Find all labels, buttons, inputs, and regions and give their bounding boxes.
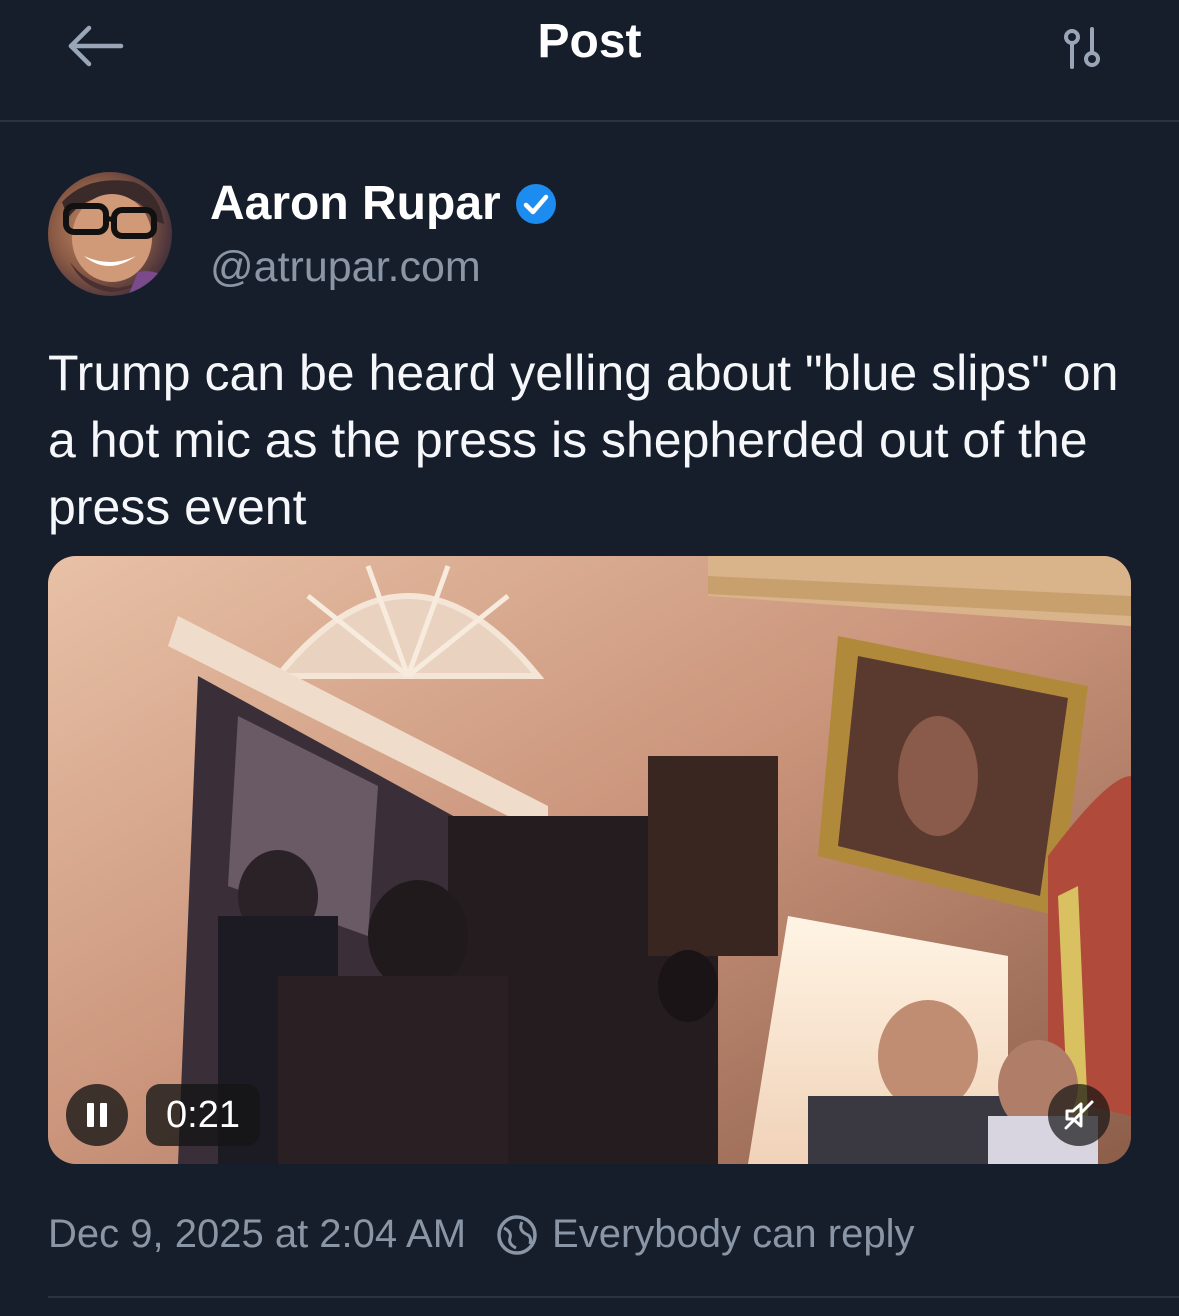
settings-button[interactable] — [1052, 20, 1112, 76]
verified-check-icon — [515, 183, 556, 224]
reply-setting-label: Everybody can reply — [552, 1212, 915, 1256]
author-handle[interactable]: @atrupar.com — [210, 243, 481, 292]
sliders-icon — [1064, 27, 1100, 69]
video-frame — [48, 556, 1131, 1164]
mute-button[interactable] — [1048, 1084, 1110, 1146]
muted-speaker-icon — [1064, 1100, 1094, 1130]
divider — [48, 1296, 1179, 1298]
globe-icon — [497, 1214, 537, 1255]
pause-icon — [87, 1103, 107, 1127]
page-title: Post — [537, 15, 642, 68]
post-meta: Dec 9, 2025 at 2:04 AM Everybody can rep… — [48, 1212, 914, 1257]
author-name-row[interactable]: Aaron Rupar — [210, 176, 557, 231]
avatar[interactable] — [48, 172, 172, 296]
post-text: Trump can be heard yelling about "blue s… — [48, 345, 1119, 535]
post-timestamp: Dec 9, 2025 at 2:04 AM — [48, 1212, 467, 1256]
reply-setting[interactable]: Everybody can reply — [496, 1212, 914, 1257]
video-player[interactable]: 0:21 — [48, 556, 1131, 1164]
author-display-name: Aaron Rupar — [210, 177, 501, 230]
video-time: 0:21 — [146, 1084, 260, 1146]
pause-button[interactable] — [66, 1084, 128, 1146]
avatar-photo — [62, 180, 172, 296]
top-bar: Post — [0, 0, 1179, 122]
